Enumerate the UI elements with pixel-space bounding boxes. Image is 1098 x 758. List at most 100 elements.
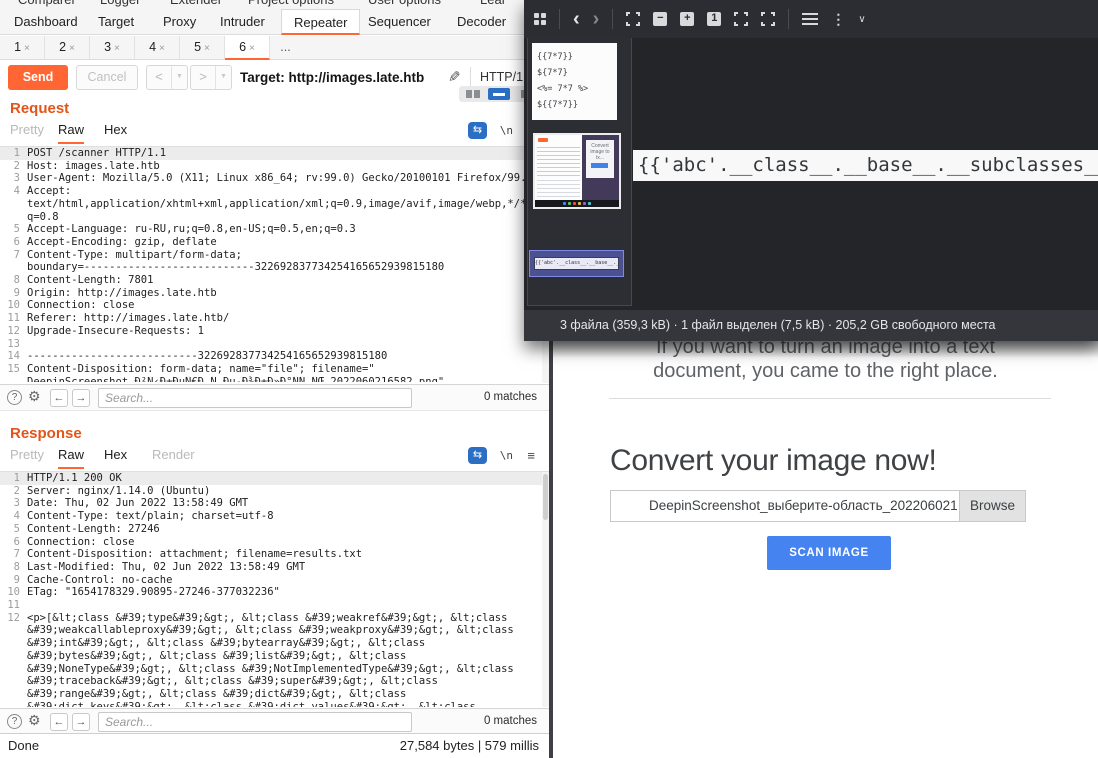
- zoom-out-icon[interactable]: −: [653, 12, 667, 26]
- repeater-tab-close-icon[interactable]: ×: [249, 43, 255, 54]
- inspector-toggle-icon[interactable]: ⇆: [468, 122, 487, 139]
- dropdown-arrow-icon[interactable]: ▼: [215, 66, 231, 89]
- next-match-button[interactable]: →: [72, 389, 90, 407]
- inspector-toggle-icon[interactable]: ⇆: [468, 447, 487, 464]
- gear-icon[interactable]: ⚙: [28, 388, 41, 405]
- tab-comparer[interactable]: Comparer: [18, 0, 76, 7]
- help-icon[interactable]: ?: [7, 714, 22, 729]
- thumbnail-selected-payload[interactable]: {{'abc'.__class__.__base__.__subclasses_…: [529, 250, 624, 277]
- layout-columns-button[interactable]: [462, 88, 484, 100]
- repeater-tab[interactable]: 3×: [90, 36, 135, 60]
- http-version-label[interactable]: HTTP/1: [480, 70, 523, 84]
- tab-project-options[interactable]: Project options: [248, 0, 334, 7]
- repeater-tab-close-icon[interactable]: ×: [69, 43, 75, 54]
- tab-target[interactable]: Target: [98, 14, 134, 29]
- tab-intruder[interactable]: Intruder: [220, 14, 265, 29]
- layout-rows-button-active[interactable]: [488, 88, 510, 100]
- repeater-tab-close-icon[interactable]: ×: [204, 43, 210, 54]
- fullscreen-icon[interactable]: [761, 12, 775, 26]
- tab-render[interactable]: Render: [152, 447, 195, 467]
- tab-repeater-selected[interactable]: Repeater: [281, 9, 360, 35]
- tab-proxy[interactable]: Proxy: [163, 14, 196, 29]
- search-input[interactable]: [98, 712, 412, 732]
- list-view-icon[interactable]: [802, 13, 818, 25]
- show-newlines-icon[interactable]: \n: [500, 449, 513, 462]
- history-forward-button[interactable]: > ▼: [190, 65, 232, 90]
- back-icon[interactable]: ‹: [573, 10, 580, 28]
- repeater-tab[interactable]: 4×: [135, 36, 180, 60]
- edit-target-icon[interactable]: ✎: [448, 68, 461, 86]
- line-text: boundary=---------------------------3226…: [27, 261, 444, 273]
- repeater-tab-close-icon[interactable]: ×: [159, 43, 165, 54]
- response-editor[interactable]: 1HTTP/1.1 200 OK2Server: nginx/1.14.0 (U…: [0, 471, 549, 707]
- tab-decoder[interactable]: Decoder: [457, 14, 506, 29]
- line-text: Date: Thu, 02 Jun 2022 13:58:49 GMT: [27, 497, 248, 509]
- next-match-button[interactable]: →: [72, 713, 90, 731]
- cancel-button[interactable]: Cancel: [76, 65, 138, 90]
- repeater-tab[interactable]: 6×: [225, 36, 270, 60]
- tab-raw-selected[interactable]: Raw: [58, 447, 84, 469]
- scrollbar[interactable]: [542, 472, 549, 707]
- actual-size-icon[interactable]: 1: [707, 12, 721, 26]
- line-text: &#39;bytes&#39;&gt;, &lt;class &#39;list…: [27, 650, 406, 662]
- preview-image[interactable]: {{'abc'.__class__.__base__.__subclasses_…: [633, 150, 1098, 181]
- folder-view-icon[interactable]: [534, 13, 546, 25]
- tab-user-options[interactable]: User options: [368, 0, 441, 7]
- scan-image-button[interactable]: SCAN IMAGE: [767, 536, 891, 570]
- scrollbar-thumb[interactable]: [543, 474, 548, 520]
- dropdown-arrow-icon[interactable]: ▼: [171, 66, 187, 89]
- repeater-tab-close-icon[interactable]: ×: [24, 43, 30, 54]
- burp-tab-row-clipped: Comparer Logger Extender Project options…: [0, 0, 549, 9]
- tab-learn[interactable]: Lear: [480, 0, 506, 7]
- tab-extender[interactable]: Extender: [170, 0, 222, 7]
- thumbnail-ssti-payloads[interactable]: {{7*7}} ${7*7} <%= 7*7 %> ${{7*7}}: [532, 43, 617, 120]
- show-newlines-icon[interactable]: \n: [500, 124, 513, 137]
- send-button[interactable]: Send: [8, 65, 68, 90]
- tab-pretty[interactable]: Pretty: [10, 447, 44, 467]
- history-back-button[interactable]: < ▼: [146, 65, 188, 90]
- thumbnail-desktop-screenshot[interactable]: Convert image to tx...: [533, 133, 621, 209]
- forward-icon[interactable]: ›: [593, 10, 600, 28]
- more-options-icon[interactable]: ⋮: [831, 11, 845, 28]
- line-text: <p>[&lt;class &#39;type&#39;&gt;, &lt;cl…: [27, 612, 507, 624]
- fit-window-icon[interactable]: [734, 12, 748, 26]
- thumbnail-sidebar: {{7*7}} ${7*7} <%= 7*7 %> ${{7*7}} Conve…: [527, 38, 632, 306]
- response-line: 9Cache-Control: no-cache: [0, 574, 549, 587]
- tab-dashboard[interactable]: Dashboard: [14, 14, 78, 29]
- tab-logger[interactable]: Logger: [100, 0, 140, 7]
- chevron-down-icon[interactable]: ∨: [858, 14, 865, 25]
- crop-icon[interactable]: [626, 12, 640, 26]
- prev-match-button[interactable]: ←: [50, 389, 68, 407]
- repeater-tab[interactable]: 2×: [45, 36, 90, 60]
- zoom-in-icon[interactable]: +: [680, 12, 694, 26]
- section-divider: [609, 398, 1051, 399]
- search-input[interactable]: [98, 388, 412, 408]
- thumb-taskbar: [535, 200, 619, 207]
- line-number: 2: [0, 485, 20, 498]
- repeater-tab[interactable]: ...: [270, 36, 304, 60]
- line-number: 5: [0, 523, 20, 536]
- repeater-tab-close-icon[interactable]: ×: [114, 43, 120, 54]
- separator: [612, 9, 613, 29]
- tab-pretty[interactable]: Pretty: [10, 122, 44, 142]
- help-icon[interactable]: ?: [7, 390, 22, 405]
- repeater-tab-number: 5: [194, 40, 201, 54]
- tab-sequencer[interactable]: Sequencer: [368, 14, 431, 29]
- gear-icon[interactable]: ⚙: [28, 712, 41, 729]
- editor-menu-icon[interactable]: ≡: [527, 448, 535, 463]
- browse-button[interactable]: Browse: [959, 491, 1025, 521]
- tab-hex[interactable]: Hex: [104, 122, 127, 142]
- line-text: User-Agent: Mozilla/5.0 (X11; Linux x86_…: [27, 172, 533, 184]
- repeater-tab-number: 3: [104, 40, 111, 54]
- repeater-tab[interactable]: 5×: [180, 36, 225, 60]
- tab-hex[interactable]: Hex: [104, 447, 127, 467]
- repeater-tab[interactable]: 1×: [0, 36, 45, 60]
- tab-raw-selected[interactable]: Raw: [58, 122, 84, 144]
- request-line: 8Content-Length: 7801: [0, 274, 549, 287]
- line-text: Upgrade-Insecure-Requests: 1: [27, 325, 204, 337]
- line-number: 15: [0, 363, 20, 376]
- file-input[interactable]: DeepinScreenshot_выберите-область_202206…: [610, 490, 1026, 522]
- response-line: 8Last-Modified: Thu, 02 Jun 2022 13:58:4…: [0, 561, 549, 574]
- request-editor[interactable]: 1POST /scanner HTTP/1.12Host: images.lat…: [0, 146, 549, 383]
- prev-match-button[interactable]: ←: [50, 713, 68, 731]
